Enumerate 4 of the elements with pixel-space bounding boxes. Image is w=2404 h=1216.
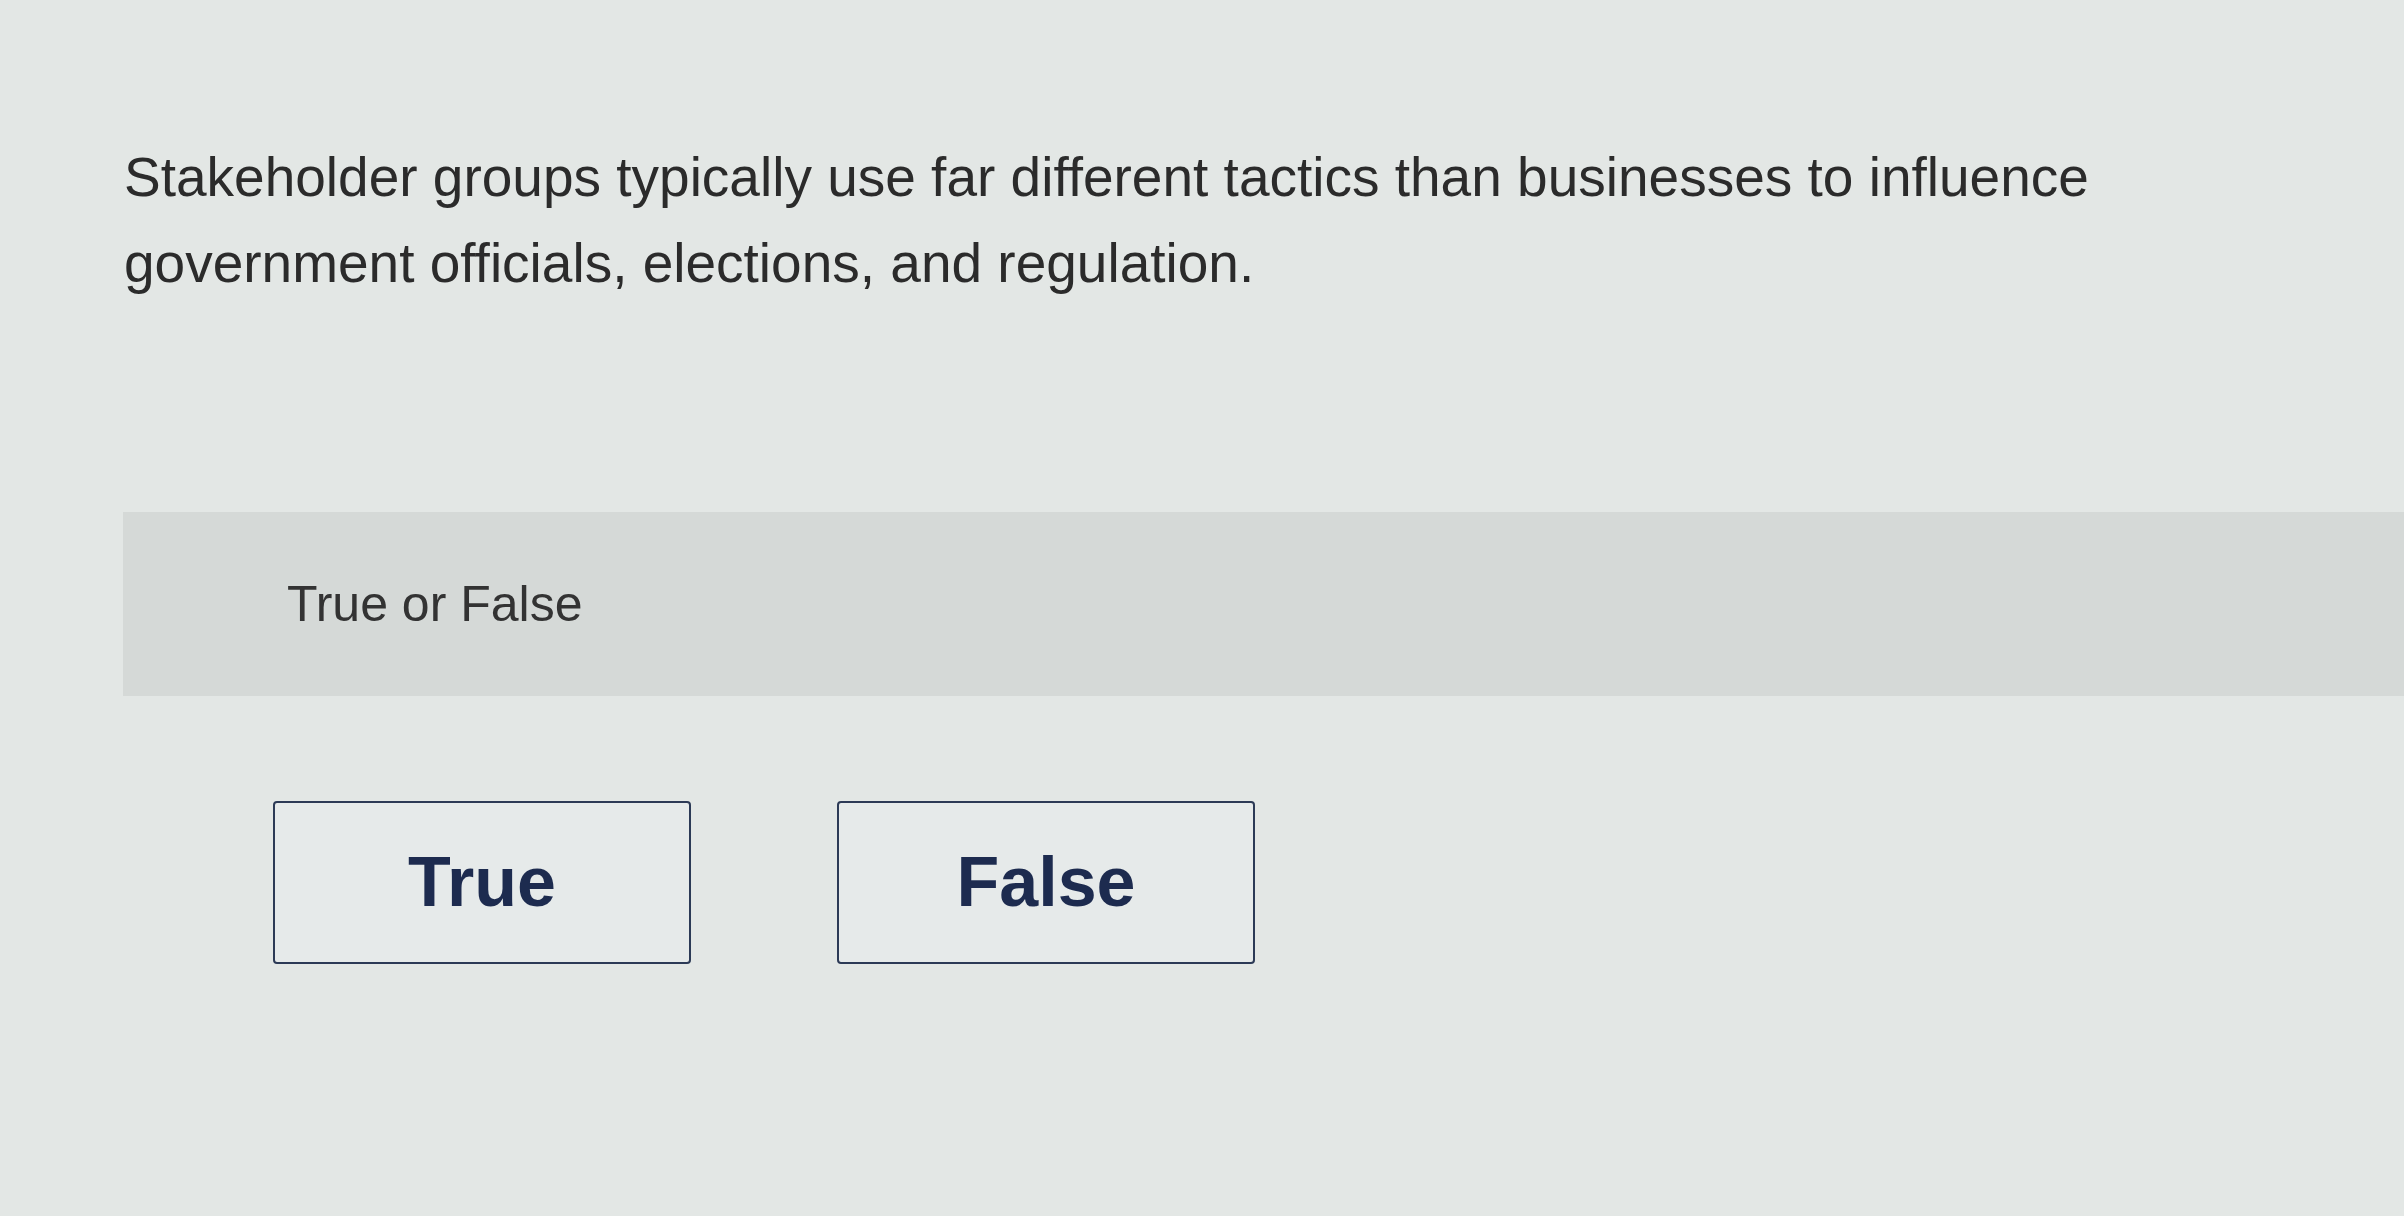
question-text: Stakeholder groups typically use far different tactics than businesses to influence government officials, elections, and regulation. (124, 145, 2090, 296)
answer-option-button[interactable]: True (273, 801, 691, 964)
answer-option-button[interactable]: False (837, 801, 1255, 964)
prompt-text: True or False (287, 574, 583, 634)
